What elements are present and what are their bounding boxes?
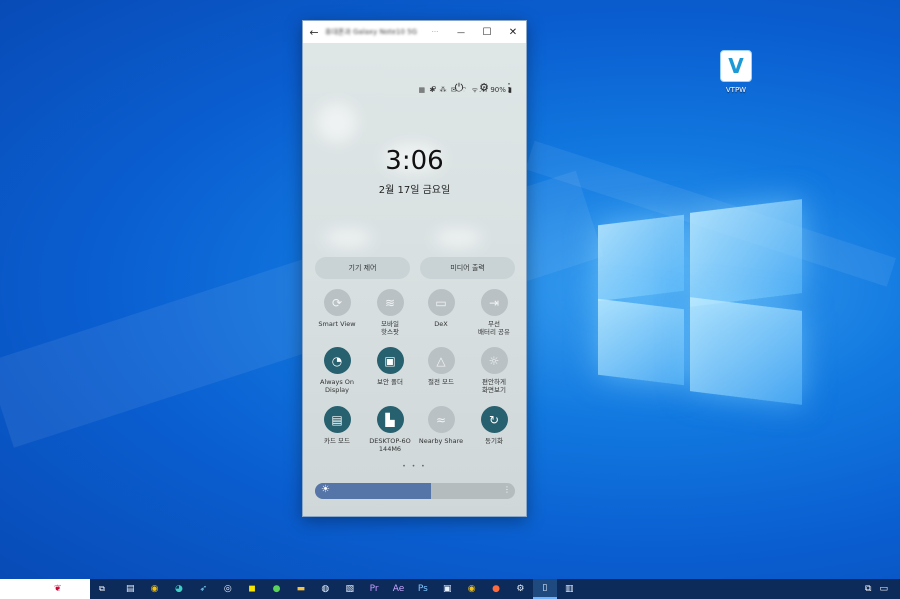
quick-setting-icon: ≋ xyxy=(376,289,404,316)
taskbar-apps: ▤ ◉ ◕ ➶ ◎ ◼ ● ▬ ◍ ▧ Pr Ae Ps ▣ ◉ ● ⚙ ▯ ▥ xyxy=(118,579,581,599)
quick-setting-tile[interactable]: ◔ Always On Display xyxy=(309,347,365,394)
page-indicator: • • • xyxy=(402,463,427,470)
kakaotalk-icon[interactable]: ◼ xyxy=(240,579,264,599)
quick-setting-tile[interactable]: ↻ 동기화 xyxy=(466,406,522,445)
app-icon[interactable]: ● xyxy=(484,579,508,599)
title-bar: ← 휴대폰과 Galaxy Note10 5G ··· — ☐ ✕ xyxy=(303,21,526,43)
folder-icon[interactable]: ▬ xyxy=(289,579,313,599)
task-view-icon[interactable]: ⧉ xyxy=(90,584,114,594)
wallpaper-blur xyxy=(323,228,373,248)
quick-setting-label: DeX xyxy=(434,320,448,328)
quick-setting-icon: ▙ xyxy=(376,406,404,433)
quick-setting-label: 카드 모드 xyxy=(324,437,350,445)
wallpaper-blur xyxy=(317,103,357,143)
premiere-icon[interactable]: Pr xyxy=(362,579,386,599)
quick-setting-tile[interactable]: △ 절전 모드 xyxy=(413,347,469,386)
search-box[interactable]: ❦ xyxy=(0,579,90,599)
quick-setting-tile[interactable]: ⇥ 무선 배터리 공유 xyxy=(466,289,522,336)
quick-setting-label: DESKTOP-6O 144M6 xyxy=(369,437,411,453)
quick-setting-tile[interactable]: ≈ Nearby Share xyxy=(413,406,469,445)
quick-setting-tile[interactable]: ▣ 보안 폴더 xyxy=(362,347,418,386)
app-icon[interactable]: ◍ xyxy=(313,579,337,599)
quick-setting-label: Nearby Share xyxy=(418,437,464,445)
desktop-shortcut[interactable]: V VTPW xyxy=(716,50,756,94)
chrome-icon[interactable]: ◉ xyxy=(142,579,166,599)
quick-setting-tile[interactable]: ▤ 카드 모드 xyxy=(309,406,365,445)
quick-setting-label: Smart View xyxy=(318,320,356,328)
sun-icon: ☀ xyxy=(321,484,330,495)
back-arrow-icon[interactable]: ← xyxy=(303,26,325,39)
quick-setting-label: 무선 배터리 공유 xyxy=(478,320,510,336)
more-vertical-icon[interactable]: ⋮ xyxy=(503,485,511,494)
bird-icon[interactable]: ➶ xyxy=(191,579,215,599)
quick-setting-label: Always On Display xyxy=(319,378,355,394)
quick-setting-icon: ◔ xyxy=(323,347,351,374)
app-icon[interactable]: ▥ xyxy=(557,579,581,599)
quick-setting-tile[interactable]: ≋ 모바일 핫스팟 xyxy=(362,289,418,336)
brightness-fill xyxy=(315,483,431,499)
window-title: 휴대폰과 Galaxy Note10 5G xyxy=(325,28,418,36)
search-icon[interactable]: ⌕ xyxy=(427,81,441,95)
taskbar: ❦ ⧉ ▤ ◉ ◕ ➶ ◎ ◼ ● ▬ ◍ ▧ Pr Ae Ps ▣ ◉ ● ⚙… xyxy=(0,579,900,599)
quick-panel-actions: ⌕ ⏻ ⚙ ⋮ xyxy=(427,81,516,95)
quick-setting-icon: ☼ xyxy=(480,347,508,374)
after-effects-icon[interactable]: Ae xyxy=(386,579,410,599)
battery-icon[interactable]: ▭ xyxy=(879,584,888,594)
more-options-icon[interactable]: ··· xyxy=(422,28,448,36)
quick-setting-icon: ⇥ xyxy=(480,289,508,316)
chrome-icon[interactable]: ◉ xyxy=(459,579,483,599)
quick-setting-tile[interactable]: ▙ DESKTOP-6O 144M6 xyxy=(362,406,418,453)
quick-setting-tile[interactable]: ▭ DeX xyxy=(413,289,469,328)
quick-setting-label: 절전 모드 xyxy=(428,378,454,386)
system-tray: ⧉ ▭ xyxy=(865,584,900,594)
quick-setting-icon: ↻ xyxy=(480,406,508,433)
clock: 3:06 xyxy=(385,146,444,176)
minimize-button[interactable]: — xyxy=(448,28,474,37)
windows-logo xyxy=(598,196,804,408)
app-icon[interactable]: ● xyxy=(264,579,288,599)
power-icon[interactable]: ⏻ xyxy=(452,81,466,95)
file-icon[interactable]: ▤ xyxy=(118,579,142,599)
wallpaper-blur xyxy=(433,228,483,248)
network-icon[interactable]: ⧉ xyxy=(865,584,871,594)
more-vertical-icon[interactable]: ⋮ xyxy=(502,81,516,95)
media-output-button[interactable]: 미디어 출력 xyxy=(420,257,515,279)
device-control-button[interactable]: 기기 제어 xyxy=(315,257,410,279)
quick-setting-icon: ▭ xyxy=(427,289,455,316)
quick-setting-label: 보안 폴더 xyxy=(377,378,403,386)
brightness-slider[interactable]: ☀ ⋮ xyxy=(315,483,515,499)
phone-link-icon[interactable]: ▯ xyxy=(532,579,558,599)
quick-setting-icon: ▣ xyxy=(376,347,404,374)
quick-setting-icon: ≈ xyxy=(427,406,455,433)
photoshop-icon[interactable]: Ps xyxy=(411,579,435,599)
quick-setting-label: 동기화 xyxy=(485,437,503,445)
quick-setting-tile[interactable]: ⟳ Smart View xyxy=(309,289,365,328)
quick-setting-icon: ▤ xyxy=(323,406,351,433)
date: 2월 17일 금요일 xyxy=(378,185,451,196)
quick-setting-label: 모바일 핫스팟 xyxy=(381,320,399,336)
desktop-shortcut-label: VTPW xyxy=(725,86,747,94)
phone-screen: ▦ ✱ ⁂ ✉ ⌔ ᯤ.ıl 90% ▮ ⌕ ⏻ ⚙ ⋮ 3:06 2월 17일… xyxy=(303,43,526,516)
app-icon: V xyxy=(720,50,752,82)
quick-setting-icon: △ xyxy=(427,347,455,374)
gear-icon[interactable]: ⚙ xyxy=(508,579,532,599)
flower-icon: ❦ xyxy=(54,584,62,594)
quick-setting-label: 편안하게 화면보기 xyxy=(482,378,506,394)
app-icon[interactable]: ▣ xyxy=(435,579,459,599)
document-icon[interactable]: ▧ xyxy=(338,579,362,599)
quick-setting-tile[interactable]: ☼ 편안하게 화면보기 xyxy=(466,347,522,394)
close-button[interactable]: ✕ xyxy=(500,27,526,38)
phone-link-window: ← 휴대폰과 Galaxy Note10 5G ··· — ☐ ✕ ▦ ✱ ⁂ … xyxy=(302,20,527,517)
gear-icon[interactable]: ⚙ xyxy=(477,81,491,95)
quick-setting-icon: ⟳ xyxy=(323,289,351,316)
app-icon[interactable]: ◎ xyxy=(216,579,240,599)
edge-icon[interactable]: ◕ xyxy=(167,579,191,599)
maximize-button[interactable]: ☐ xyxy=(474,27,500,38)
